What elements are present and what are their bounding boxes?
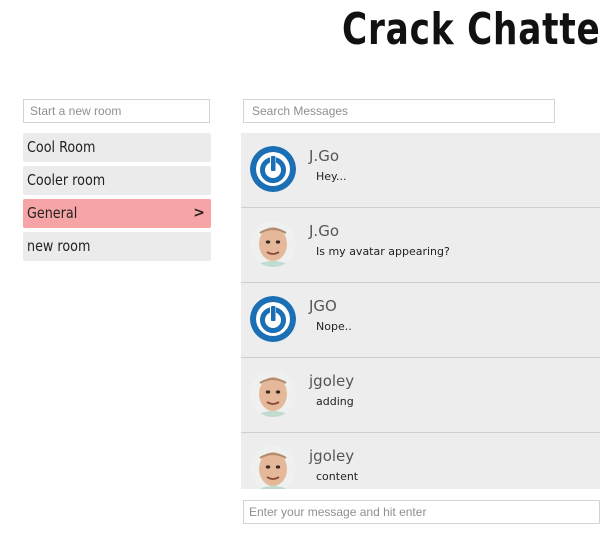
message-username: jgoley [309,447,355,465]
message-item: jgoley adding [241,358,600,433]
message-text: Nope.. [316,320,352,333]
message-item: J.Go Hey... [241,133,600,208]
message-username: J.Go [309,147,339,165]
room-item-cooler-room[interactable]: Cooler room [23,166,211,195]
room-label: Cool Room [27,138,96,156]
power-logo-avatar-icon [250,296,296,342]
message-item: JGO Nope.. [241,283,600,358]
message-text: Is my avatar appearing? [316,245,450,258]
message-text: content [316,470,359,483]
message-compose-input[interactable] [243,500,600,524]
room-label: Cooler room [27,171,106,189]
message-username: jgoley [309,372,355,390]
room-item-general[interactable]: General > [23,199,211,228]
room-label: new room [27,237,91,255]
message-text: adding [316,395,354,408]
room-item-new-room[interactable]: new room [23,232,211,261]
room-label: General [27,204,78,222]
message-username: J.Go [309,222,339,240]
message-list[interactable]: J.Go Hey... J.Go Is my avatar appearing? [241,133,600,489]
user-photo-avatar-icon [250,371,296,417]
message-username: JGO [309,297,337,315]
user-photo-avatar-icon [250,221,296,267]
app-title: Crack Chatter [342,4,600,55]
room-list: Cool Room Cooler room General > new room [23,133,211,265]
power-logo-avatar-icon [250,146,296,192]
message-text: Hey... [316,170,347,183]
search-messages-input[interactable] [243,99,555,123]
room-item-cool-room[interactable]: Cool Room [23,133,211,162]
user-photo-avatar-icon [250,446,296,489]
new-room-input[interactable] [23,99,210,123]
chevron-right-icon: > [193,205,205,221]
message-item: jgoley content [241,433,600,489]
message-item: J.Go Is my avatar appearing? [241,208,600,283]
